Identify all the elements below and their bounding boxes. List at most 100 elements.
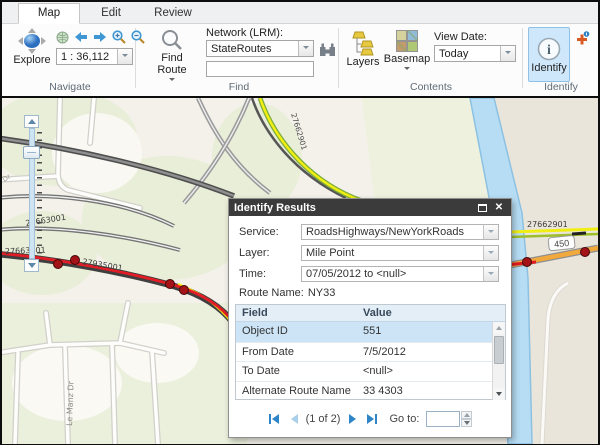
back-arrow-icon[interactable] <box>74 31 88 43</box>
basemap-button[interactable]: Basemap <box>384 30 430 73</box>
cell-field: Alternate Route Name <box>236 382 357 401</box>
cell-field: To Date <box>236 362 357 381</box>
spinner-up-icon[interactable] <box>461 411 472 419</box>
route-name-label: Route Name: <box>239 287 304 299</box>
basemap-icon <box>396 30 419 53</box>
identify-group-label: Identify <box>526 81 596 93</box>
first-page-button[interactable] <box>268 413 281 425</box>
group-separator <box>338 28 339 88</box>
tab-edit[interactable]: Edit <box>80 4 142 23</box>
service-label: Service: <box>239 226 301 238</box>
triangle-down-icon <box>28 263 36 272</box>
scrollbar-thumb[interactable] <box>494 336 504 364</box>
basemap-label: Basemap <box>384 53 430 65</box>
route-label-27662901-right: 27662901 <box>527 220 568 229</box>
layers-label: Layers <box>346 56 379 68</box>
table-row[interactable]: Alternate Route Name 33 4303 <box>236 381 505 401</box>
view-date-dropdown-button[interactable] <box>500 46 515 61</box>
table-row[interactable]: From Date 7/5/2012 <box>236 342 505 362</box>
dialog-titlebar[interactable]: Identify Results ✕ <box>229 199 511 216</box>
value-column-header: Value <box>357 305 505 321</box>
group-contents: Layers Basemap View Date: Today Contents <box>342 26 520 94</box>
zoom-slider-in-button[interactable] <box>24 115 39 128</box>
time-row: Time: 07/05/2012 to <null> <box>239 266 499 282</box>
goto-page-input[interactable] <box>426 411 460 427</box>
scroll-up-button[interactable] <box>493 322 505 334</box>
network-dropdown-button[interactable] <box>298 41 313 56</box>
pagination-bar: (1 of 2) Go to: <box>229 408 511 430</box>
layer-row: Layer: Mile Point <box>239 245 499 261</box>
table-scrollbar[interactable] <box>492 322 505 400</box>
maximize-button[interactable] <box>475 201 489 214</box>
service-dropdown-button[interactable] <box>483 225 498 239</box>
find-route-button[interactable]: Find Route <box>150 28 194 84</box>
route-name-row: Route Name: NY33 <box>239 287 335 299</box>
network-lrm-label: Network (LRM): <box>206 27 283 39</box>
goto-label: Go to: <box>389 413 419 425</box>
zoom-slider-out-button[interactable] <box>24 259 39 272</box>
view-date-combo[interactable]: Today <box>434 45 516 62</box>
service-combo[interactable]: RoadsHighways/NewYorkRoads <box>301 224 499 240</box>
service-row: Service: RoadsHighways/NewYorkRoads <box>239 224 499 240</box>
map-canvas[interactable]: 450 27663001 27663101 27935001 27662901 … <box>2 96 598 444</box>
cell-value: 7/5/2012 <box>357 343 505 362</box>
close-button[interactable]: ✕ <box>492 201 506 214</box>
forward-arrow-icon[interactable] <box>93 31 107 43</box>
street-label-le-manz-dr: Le Manz Dr <box>65 380 76 426</box>
layer-combo[interactable]: Mile Point <box>301 245 499 261</box>
layer-dropdown-button[interactable] <box>483 246 498 260</box>
zoom-slider-handle[interactable] <box>23 146 40 159</box>
group-identify: i Identify Identify <box>526 26 596 94</box>
chevron-down-icon <box>488 251 494 257</box>
spinner-down-icon[interactable] <box>461 419 472 427</box>
time-dropdown-button[interactable] <box>483 267 498 281</box>
layer-value: Mile Point <box>302 246 483 260</box>
tab-map[interactable]: Map <box>18 3 80 24</box>
explore-label: Explore <box>13 54 50 66</box>
triangle-up-icon <box>28 115 36 124</box>
identify-label: Identify <box>531 62 566 74</box>
navigate-group-label: Navigate <box>6 81 134 93</box>
layers-button[interactable]: Layers <box>344 30 382 68</box>
contents-group-label: Contents <box>342 81 520 93</box>
page-indicator: (1 of 2) <box>306 413 341 425</box>
route-black-tick <box>572 233 586 234</box>
binoculars-icon[interactable] <box>319 42 336 57</box>
table-row[interactable]: Object ID 551 <box>236 322 505 342</box>
chevron-down-icon <box>122 54 128 60</box>
chevron-down-icon <box>404 67 410 73</box>
goto-spinner[interactable] <box>461 411 472 427</box>
map-scale-value: 1 : 36,112 <box>57 51 117 63</box>
globe-icon[interactable] <box>56 31 69 44</box>
map-scale-combo[interactable]: 1 : 36,112 <box>56 48 133 65</box>
zoom-in-icon[interactable] <box>112 30 126 44</box>
nav-icon-row <box>56 30 145 44</box>
time-value: 07/05/2012 to <null> <box>302 267 483 281</box>
scale-dropdown-button[interactable] <box>117 49 132 64</box>
identify-route-plus-icon[interactable] <box>575 31 590 46</box>
scroll-down-button[interactable] <box>493 388 505 400</box>
table-row[interactable]: To Date <null> <box>236 361 505 381</box>
previous-page-button[interactable] <box>288 413 299 425</box>
chevron-down-icon <box>505 51 511 57</box>
network-lrm-combo[interactable]: StateRoutes <box>206 40 314 57</box>
cell-value: 33 4303 <box>357 382 505 401</box>
triangle-down-icon <box>496 392 502 399</box>
map-zoom-slider[interactable] <box>24 115 42 275</box>
group-navigate: Explore 1 : 36,112 Navigate <box>6 26 134 94</box>
time-combo[interactable]: 07/05/2012 to <null> <box>301 266 499 282</box>
attribute-table: Field Value Object ID 551 From Date 7/5/… <box>235 304 506 400</box>
service-value: RoadsHighways/NewYorkRoads <box>302 225 483 239</box>
identify-button[interactable]: i Identify <box>528 27 570 82</box>
ribbon-tabstrip: Map Edit Review <box>2 2 598 24</box>
last-page-button[interactable] <box>365 413 378 425</box>
route-shield: 450 <box>548 235 575 251</box>
view-date-value: Today <box>435 48 500 60</box>
network-secondary-input[interactable] <box>206 61 314 77</box>
group-find: Find Route Network (LRM): StateRoutes Fi… <box>142 26 336 94</box>
explore-button[interactable]: Explore <box>10 28 54 66</box>
next-page-button[interactable] <box>347 413 358 425</box>
tab-review[interactable]: Review <box>142 4 204 23</box>
find-route-label-1: Find <box>161 52 182 64</box>
field-column-header: Field <box>236 305 357 321</box>
